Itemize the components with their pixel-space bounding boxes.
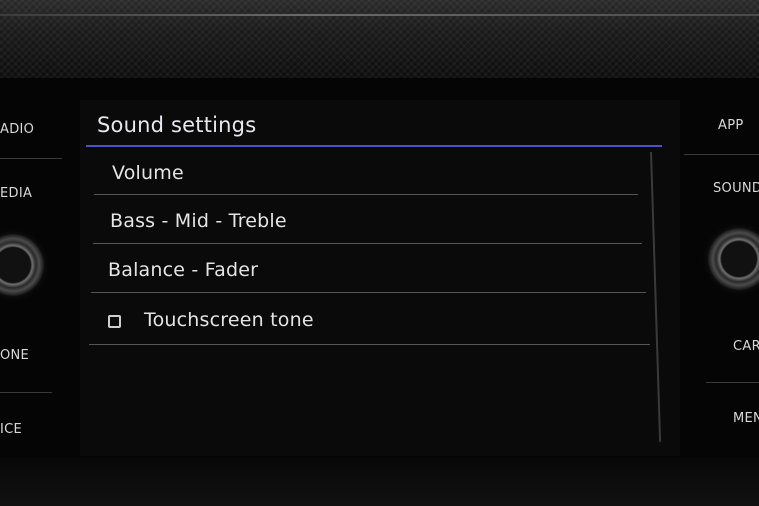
- dashboard-lower-trim: [0, 458, 759, 506]
- row-divider: [89, 344, 650, 345]
- tune-knob[interactable]: [708, 228, 759, 290]
- key-divider: [684, 154, 759, 155]
- radio-key[interactable]: ADIO: [0, 122, 34, 137]
- menu-item-touchscreen-tone[interactable]: Touchscreen tone: [144, 309, 314, 331]
- touchscreen-tone-checkbox[interactable]: [108, 315, 121, 328]
- voice-key[interactable]: ICE: [0, 422, 22, 437]
- car-key[interactable]: CAR: [733, 339, 759, 354]
- key-divider: [706, 382, 759, 383]
- page-title: Sound settings: [97, 113, 257, 137]
- menu-item-volume[interactable]: Volume: [112, 162, 184, 184]
- row-divider: [93, 243, 642, 244]
- key-divider: [0, 392, 52, 393]
- menu-item-bass-mid-treble[interactable]: Bass - Mid - Treble: [110, 210, 287, 232]
- row-divider: [91, 292, 646, 293]
- media-key[interactable]: EDIA: [0, 186, 32, 201]
- menu-key[interactable]: MEN: [733, 411, 759, 426]
- key-divider: [0, 158, 62, 159]
- menu-item-balance-fader[interactable]: Balance - Fader: [108, 259, 258, 281]
- sound-key[interactable]: SOUND: [713, 181, 759, 196]
- dashboard-bezel: [0, 0, 759, 78]
- title-underline: [86, 145, 662, 147]
- app-key[interactable]: APP: [718, 118, 743, 133]
- row-divider: [94, 194, 638, 195]
- volume-knob[interactable]: [0, 234, 44, 296]
- phone-key[interactable]: ONE: [0, 348, 29, 363]
